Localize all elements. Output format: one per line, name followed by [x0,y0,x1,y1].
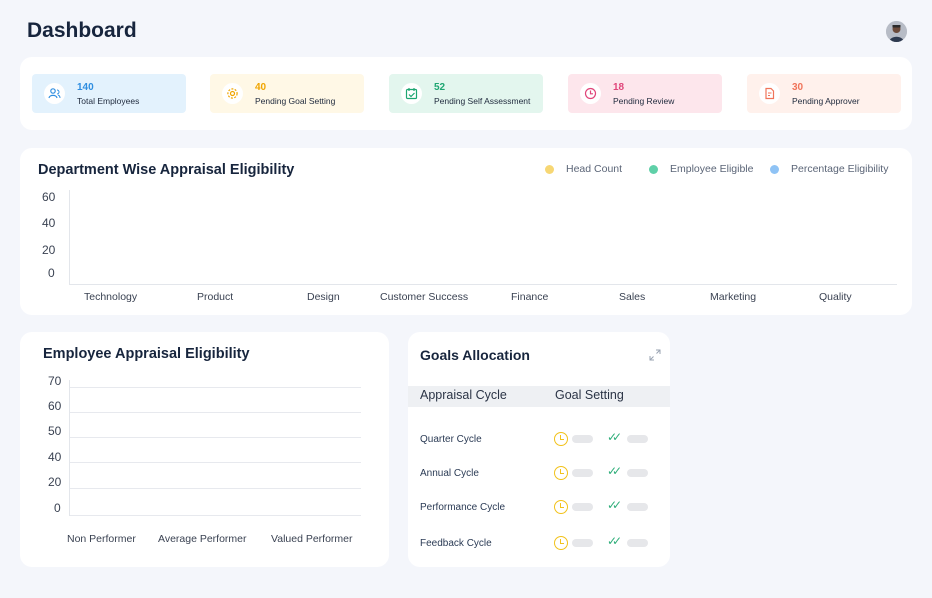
clock-icon [554,466,568,480]
clock-icon [580,83,601,104]
column-header-goal-setting: Goal Setting [555,388,624,402]
cycle-name: Performance Cycle [420,502,506,513]
x-tick-label: Customer Success [380,291,469,303]
cycle-name: Annual Cycle [420,468,479,479]
page-title: Dashboard [27,19,137,42]
y-tick-label: 40 [42,216,56,230]
double-check-icon: ✓✓ [607,498,622,512]
status-pill [572,503,593,511]
expand-icon[interactable] [649,349,661,361]
stat-value: 140 [77,81,94,93]
status-pill [627,539,648,547]
users-icon [44,83,65,104]
cycle-name: Feedback Cycle [420,538,492,549]
stat-pending-self-assessment[interactable]: 52 Pending Self Assessment [389,74,543,113]
y-tick-label: 60 [42,190,56,204]
y-tick-label: 0 [48,266,55,280]
stat-value: 40 [255,81,267,93]
legend-item-employee-eligible[interactable]: Employee Eligible [649,163,753,175]
y-tick-label: 40 [48,450,62,464]
user-avatar-icon [886,21,907,42]
legend-item-head-count[interactable]: Head Count [545,163,622,175]
legend-item-percentage-eligibility[interactable]: Percentage Eligibility [770,163,888,175]
grid-line [69,437,361,438]
y-axis-line [69,190,70,285]
chart-title: Employee Appraisal Eligibility [43,346,250,362]
x-tick-label: Sales [619,291,646,303]
clock-icon [554,432,568,446]
grid-line [69,412,361,413]
clock-icon [554,536,568,550]
y-tick-label: 60 [48,399,62,413]
grid-line [69,387,361,388]
x-tick-label: Technology [84,291,138,303]
x-tick-label: Non Performer [67,533,136,545]
goals-table-header: Appraisal Cycle Goal Setting [408,386,670,407]
table-row[interactable]: Feedback Cycle ✓✓ [408,534,670,554]
stat-value: 52 [434,81,446,93]
document-icon [759,83,780,104]
chart-title: Department Wise Appraisal Eligibility [38,162,295,178]
stat-pending-review[interactable]: 18 Pending Review [568,74,722,113]
y-tick-label: 50 [48,424,62,438]
grid-line [69,462,361,463]
column-header-cycle: Appraisal Cycle [420,388,507,402]
stat-label: Pending Review [613,95,675,106]
y-tick-label: 0 [54,501,61,515]
goals-title: Goals Allocation [420,347,530,363]
status-pill [627,435,648,443]
x-tick-label: Finance [511,291,549,303]
x-tick-label: Quality [819,291,852,303]
y-tick-label: 70 [48,374,62,388]
y-tick-label: 20 [48,475,62,489]
stat-total-employees[interactable]: 140 Total Employees [32,74,186,113]
cycle-name: Quarter Cycle [420,434,482,445]
legend-dot [770,164,779,174]
legend-label: Head Count [566,163,623,175]
stat-value: 30 [792,81,804,93]
status-pill [572,469,593,477]
status-pill [627,503,648,511]
stat-pending-goal-setting[interactable]: 40 Pending Goal Setting [210,74,364,113]
x-tick-label: Product [197,291,234,303]
x-tick-label: Average Performer [158,533,247,545]
x-tick-label: Valued Performer [271,533,353,545]
status-pill [627,469,648,477]
legend-label: Employee Eligible [670,163,754,175]
calendar-check-icon [401,83,422,104]
grid-line [69,488,361,489]
department-chart-card: Department Wise Appraisal Eligibility He… [20,148,912,315]
stat-label: Total Employees [77,95,140,106]
legend-dot [545,164,554,174]
legend-label: Percentage Eligibility [791,163,889,175]
employee-chart-card: Employee Appraisal Eligibility 70 60 50 … [20,332,389,567]
double-check-icon: ✓✓ [607,464,622,478]
grid-line [69,515,361,516]
dashboard-frame: Dashboard 140 Total Employees 40 Pending… [0,0,932,598]
legend-dot [649,164,658,174]
goals-allocation-card: Goals Allocation Appraisal Cycle Goal Se… [408,332,670,567]
x-tick-label: Design [307,291,340,303]
y-tick-label: 20 [42,243,56,257]
avatar[interactable] [886,21,907,42]
y-axis-line [69,380,70,516]
gear-icon [222,83,243,104]
x-tick-label: Marketing [710,291,757,303]
stat-label: Pending Approver [792,95,860,106]
status-pill [572,435,593,443]
stats-card: 140 Total Employees 40 Pending Goal Sett… [20,57,912,130]
table-row[interactable]: Quarter Cycle ✓✓ [408,430,670,450]
clock-icon [554,500,568,514]
stat-pending-approver[interactable]: 30 Pending Approver [747,74,901,113]
stat-label: Pending Self Assessment [434,95,531,106]
stat-label: Pending Goal Setting [255,95,336,106]
x-axis-line [69,284,897,285]
table-row[interactable]: Annual Cycle ✓✓ [408,464,670,484]
stat-value: 18 [613,81,625,93]
double-check-icon: ✓✓ [607,534,622,548]
table-row[interactable]: Performance Cycle ✓✓ [408,498,670,518]
status-pill [572,539,593,547]
double-check-icon: ✓✓ [607,430,622,444]
